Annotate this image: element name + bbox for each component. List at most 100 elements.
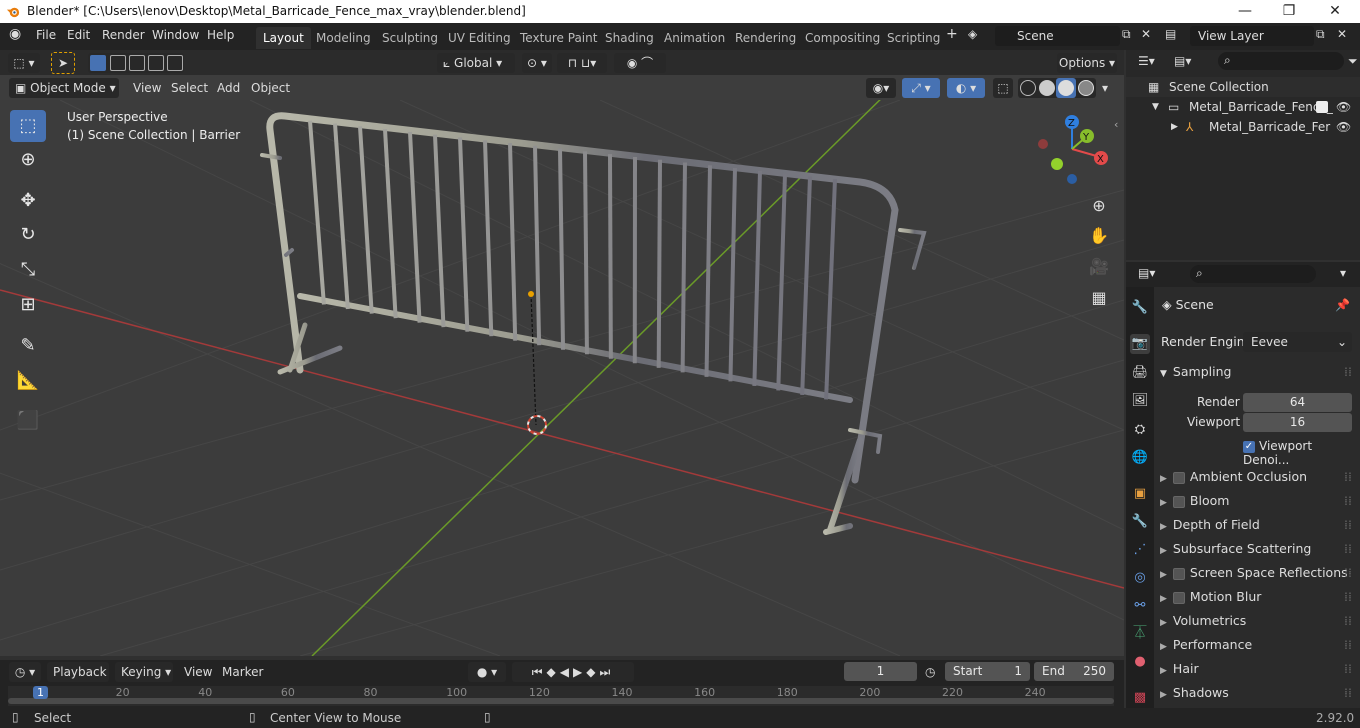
visibility-icon[interactable]: ◉▾ — [866, 78, 896, 98]
tool-tab-icon[interactable]: 🔧 — [1130, 298, 1150, 318]
shading-options-icon[interactable]: ▾ — [1098, 78, 1112, 98]
select-mode-buttons[interactable] — [88, 53, 184, 73]
output-tab-icon[interactable]: 🖨 — [1130, 363, 1150, 383]
timeline-ruler[interactable]: 1 20 40 60 80 100 120 140 160 180 200 220 240 — [8, 686, 1114, 706]
overlay-toggle-icon[interactable]: ◐ ▾ — [947, 78, 985, 98]
start-frame-field[interactable]: Start 1 — [945, 662, 1030, 681]
transform-tool-icon[interactable]: ⊞ — [10, 289, 46, 321]
timeline-editor-icon[interactable]: ◷ ▾ — [9, 662, 41, 682]
tab-shading[interactable]: Shading — [598, 27, 661, 49]
marker-menu[interactable]: Marker — [222, 662, 263, 682]
drag-handle-icon[interactable]: ⁞⁞ — [1344, 682, 1352, 704]
navigation-gizmo[interactable]: Z X Y — [1038, 115, 1108, 184]
select-tool-icon[interactable]: ➤ — [51, 52, 75, 74]
rotate-tool-icon[interactable]: ↻ — [10, 219, 46, 251]
shading-modes[interactable] — [1018, 78, 1096, 98]
drag-handle-icon[interactable]: ⁞⁞ — [1344, 490, 1352, 512]
scene-selector[interactable]: Scene — [995, 26, 1120, 46]
sidebar-toggle-icon[interactable]: ‹ — [1114, 118, 1118, 131]
expand-arrow-icon[interactable]: ▶ — [1171, 117, 1178, 137]
rendered-shading-icon[interactable] — [1078, 80, 1094, 96]
end-frame-field[interactable]: End 250 — [1034, 662, 1114, 681]
panel-header-subsurface-scattering[interactable]: ▶ Subsurface Scattering ⁞⁞ — [1154, 538, 1356, 560]
drag-handle-icon[interactable]: ⁞⁞ — [1344, 361, 1352, 383]
gizmo-neg-y-icon[interactable] — [1051, 158, 1063, 170]
pin-icon[interactable]: 📌 — [1335, 298, 1350, 312]
drag-handle-icon[interactable]: ⁞⁞ — [1344, 466, 1352, 488]
view-menu[interactable]: View — [133, 78, 161, 98]
solid-shading-icon[interactable] — [1039, 80, 1055, 96]
menu-help[interactable]: Help — [207, 28, 234, 42]
outliner-search-input[interactable]: ⌕ — [1218, 52, 1344, 70]
delete-scene-icon[interactable]: ✕ — [1141, 27, 1151, 41]
transform-orientation-dropdown[interactable]: ⟀ Global ▾ — [437, 53, 515, 73]
new-view-layer-icon[interactable]: ⧉ — [1316, 27, 1325, 42]
drag-handle-icon[interactable]: ⁞⁞ — [1344, 586, 1352, 608]
measure-tool-icon[interactable]: 📐 — [10, 365, 46, 397]
drag-handle-icon[interactable]: ⁞⁞ — [1344, 562, 1352, 584]
zoom-icon[interactable]: ⊕ — [1087, 194, 1111, 218]
proportional-edit-icon[interactable]: ◉ ⌒ — [614, 53, 666, 73]
prev-keyframe-icon[interactable]: ◆ — [547, 665, 560, 679]
drag-handle-icon[interactable]: ⁞⁞ — [1344, 634, 1352, 656]
drag-handle-icon[interactable]: ⁞⁞ — [1344, 610, 1352, 632]
material-tab-icon[interactable]: ● — [1130, 652, 1150, 672]
select-extend-icon[interactable] — [110, 55, 126, 71]
panel-header-screen-space-reflections[interactable]: ▶ Screen Space Reflections ⁞⁞ — [1154, 562, 1356, 584]
current-frame-field[interactable]: 1 — [844, 662, 917, 681]
tab-uv-editing[interactable]: UV Editing — [441, 27, 518, 49]
blender-menu-icon[interactable]: ◉ — [9, 26, 21, 42]
snap-icon[interactable]: ⊓ ⊔▾ — [557, 53, 607, 73]
scale-tool-icon[interactable]: ⤡ — [10, 254, 46, 286]
keying-menu[interactable]: Keying ▾ — [115, 662, 173, 682]
3d-cursor-icon[interactable] — [527, 415, 547, 435]
move-tool-icon[interactable]: ✥ — [10, 185, 46, 217]
panel-header-ambient-occlusion[interactable]: ▶ Ambient Occlusion ⁞⁞ — [1154, 466, 1356, 488]
world-tab-icon[interactable]: 🌐 — [1130, 448, 1150, 468]
add-workspace-icon[interactable]: + — [946, 26, 958, 42]
xray-icon[interactable]: ⬚ — [993, 78, 1013, 98]
outliner-collection-row[interactable]: ▼ ▭ Metal_Barricade_Fence_ 👁 — [1126, 97, 1360, 117]
gizmo-neg-z-icon[interactable] — [1067, 174, 1077, 184]
outliner-scene-collection[interactable]: ▦ Scene Collection — [1126, 77, 1360, 97]
play-reverse-icon[interactable]: ◀ — [560, 665, 573, 679]
panel-header-volumetrics[interactable]: ▶ Volumetrics ⁞⁞ — [1154, 610, 1356, 632]
gizmo-neg-x-icon[interactable] — [1038, 139, 1048, 149]
properties-editor-icon[interactable]: ▤▾ — [1138, 266, 1155, 280]
tab-animation[interactable]: Animation — [657, 27, 732, 49]
tab-scripting[interactable]: Scripting — [880, 27, 947, 49]
timeline-view-menu[interactable]: View — [184, 662, 212, 682]
particles-tab-icon[interactable]: ⋰ — [1130, 540, 1150, 560]
playback-menu[interactable]: Playback ▾ — [47, 662, 109, 699]
render-tab-icon[interactable]: 📷 — [1130, 334, 1150, 354]
current-frame-marker[interactable]: 1 — [33, 686, 48, 699]
filter-icon[interactable]: ⏷ — [1348, 54, 1358, 69]
add-cube-tool-icon[interactable]: ⬛ — [10, 405, 46, 437]
playback-controls[interactable]: ⏮◆◀▶◆⏭ — [512, 662, 634, 682]
viewport-denoise-row[interactable]: ✓ Viewport Denoi... — [1243, 439, 1360, 467]
menu-render[interactable]: Render — [102, 28, 145, 42]
orthographic-toggle-icon[interactable]: ▦ — [1087, 286, 1111, 310]
select-new-icon[interactable] — [90, 55, 106, 71]
texture-tab-icon[interactable]: ▩ — [1130, 688, 1150, 708]
select-box-tool-icon[interactable]: ⬚ — [10, 110, 46, 142]
sampling-panel-header[interactable]: ▼ Sampling ⁞⁞ — [1154, 361, 1356, 383]
mode-dropdown[interactable]: ▣ Object Mode ▾ — [9, 78, 119, 98]
modifier-tab-icon[interactable]: 🔧 — [1130, 512, 1150, 532]
3d-viewport[interactable]: Z X Y User Perspective (1) Scene Collect… — [0, 100, 1124, 656]
object-visibility-icon[interactable]: 👁 — [1336, 117, 1351, 137]
annotate-tool-icon[interactable]: ✎ — [10, 330, 46, 362]
new-scene-icon[interactable]: ⧉ — [1122, 27, 1131, 42]
object-menu[interactable]: Object — [251, 78, 290, 98]
pan-hand-icon[interactable]: ✋ — [1087, 224, 1111, 248]
camera-view-icon[interactable]: 🎥 — [1087, 255, 1111, 279]
collection-checkbox[interactable] — [1316, 101, 1328, 113]
scene-tab-icon[interactable]: ⛭ — [1130, 420, 1150, 440]
collection-visibility-icon[interactable]: 👁 — [1336, 97, 1351, 117]
expand-arrow-icon[interactable]: ▼ — [1152, 97, 1159, 117]
display-mode-icon[interactable]: ▤▾ — [1174, 54, 1191, 68]
tab-compositing[interactable]: Compositing — [798, 27, 887, 49]
panel-enable-checkbox[interactable] — [1172, 471, 1185, 484]
tab-texture-paint[interactable]: Texture Paint — [513, 27, 604, 49]
render-samples-field[interactable]: 64 — [1243, 393, 1352, 412]
